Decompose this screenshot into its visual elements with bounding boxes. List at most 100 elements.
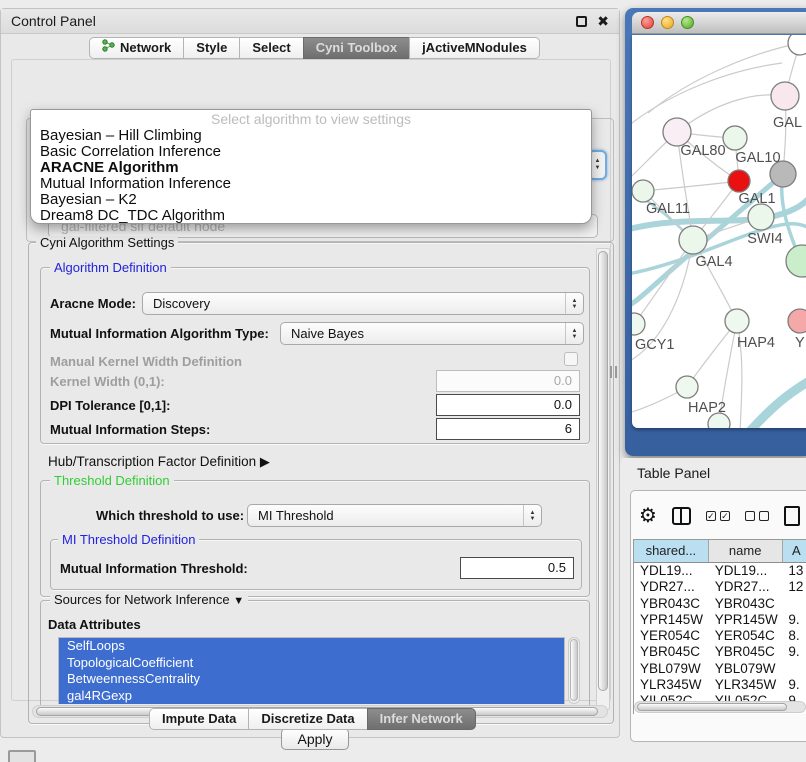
splitter-handle[interactable] [610,366,617,378]
table-row[interactable]: YPR145WYPR145W9. [634,612,806,628]
combo-stepper-icon: ▲▼ [565,323,583,344]
data-attributes-list[interactable]: SelfLoops TopologicalCoefficient Between… [58,637,565,704]
table-panel-titlebar: Table Panel [622,458,806,488]
algorithm-option-bayesian-hill-climbing[interactable]: Bayesian – Hill Climbing [31,128,591,144]
network-view-window: GAL80 GAL10 GAL1 GAL11 GAL4 SWI4 HAP4 HA… [625,8,806,456]
show-checked-columns-icon[interactable]: ✓✓ [706,511,730,521]
manual-kernel-width-checkbox[interactable] [564,352,578,366]
table-row[interactable]: YER054CYER054C8. [634,628,806,644]
algorithm-option-bayesian-k2[interactable]: Bayesian – K2 [31,192,591,208]
tab-infer-network[interactable]: Infer Network [367,708,476,730]
float-window-icon[interactable] [576,16,587,27]
tab-impute-data[interactable]: Impute Data [149,708,249,730]
mi-threshold-field[interactable]: 0.5 [460,557,574,579]
attribute-gal4rgexp[interactable]: gal4RGexp [59,688,564,705]
tab-style[interactable]: Style [183,37,240,59]
network-node-salmon[interactable] [788,309,806,333]
network-node-hap2[interactable] [676,376,698,398]
hub-definition-toggle[interactable]: Hub/Transcription Factor Definition ▶ [48,454,270,470]
bottom-tab-bar: Impute Data Discretize Data Infer Networ… [149,708,476,730]
network-node-partial-right[interactable] [786,245,806,277]
network-node-gal-cut[interactable] [771,82,799,110]
node-label-y-cut: Y [795,335,805,351]
mi-algorithm-type-combobox[interactable]: Naive Bayes ▲▼ [280,322,584,345]
table-row[interactable]: YDL19...YDL19...13 [634,563,806,579]
settings-vertical-scrollbar[interactable] [596,248,610,710]
stepper-down-icon: ▼ [595,165,601,172]
algorithm-option-aracne[interactable]: ARACNE Algorithm [31,160,591,176]
network-node-swi4[interactable] [748,204,774,230]
network-canvas[interactable]: GAL80 GAL10 GAL1 GAL11 GAL4 SWI4 HAP4 HA… [632,35,806,428]
scrollbar-thumb[interactable] [637,703,787,711]
apply-button[interactable]: Apply [281,728,349,750]
table-row[interactable]: YBL079WYBL079W [634,661,806,677]
aracne-mode-label: Aracne Mode: [50,296,136,311]
columns-icon[interactable] [672,507,691,525]
network-node-gal4[interactable] [679,226,707,254]
top-tab-bar: Network Style Select Cyni Toolbox jActiv… [89,37,540,59]
aracne-mode-combobox[interactable]: Discovery ▲▼ [142,292,584,315]
network-node-gal10[interactable] [723,126,747,150]
application-window: Control Panel ✖ Network Style Select Cyn… [0,0,806,762]
close-traffic-light-icon[interactable] [641,16,654,29]
tab-jactivemnodules[interactable]: jActiveMNodules [409,37,540,59]
network-window-titlebar[interactable] [632,12,806,34]
scrollbar-thumb[interactable] [570,639,578,701]
scrollbar-thumb[interactable] [598,251,608,691]
column-header-shared-name[interactable]: shared... [634,540,709,562]
attribute-list-scrollbar[interactable] [568,637,580,704]
tab-cyni-toolbox[interactable]: Cyni Toolbox [303,37,410,59]
aracne-mode-value: Discovery [153,296,210,311]
network-tab-icon [102,38,115,58]
network-node-hap4[interactable] [725,309,749,333]
close-icon[interactable]: ✖ [597,13,609,30]
node-label-gal4: GAL4 [695,254,732,270]
table-horizontal-scrollbar[interactable] [634,701,806,713]
kernel-width-field[interactable]: 0.0 [436,370,580,392]
dpi-tolerance-field[interactable]: 0.0 [436,394,580,416]
minimize-traffic-light-icon[interactable] [661,16,674,29]
minimized-panel-icon[interactable] [8,750,36,762]
algorithm-dropdown-list: Select algorithm to view settings Bayesi… [30,109,592,224]
attribute-selfloops[interactable]: SelfLoops [59,638,564,655]
network-node-partial-top[interactable] [788,35,806,55]
attribute-topologicalcoefficient[interactable]: TopologicalCoefficient [59,655,564,672]
hide-columns-icon[interactable] [745,511,769,521]
node-label-gal11: GAL11 [646,201,690,217]
sources-toggle[interactable]: Sources for Network Inference ▼ [50,593,248,608]
zoom-traffic-light-icon[interactable] [681,16,694,29]
network-edge [634,240,693,324]
control-panel-titlebar: Control Panel ✖ [1,9,619,34]
table-row[interactable]: YBR043CYBR043C [634,596,806,612]
algorithm-option-dream8[interactable]: Dream8 DC_TDC Algorithm [31,208,591,224]
table-row[interactable]: YDR27...YDR27...12 [634,579,806,595]
node-label-hap2: HAP2 [688,400,726,416]
cyni-algorithm-settings-label: Cyni Algorithm Settings [36,236,178,249]
network-node-gal11[interactable] [632,180,654,202]
algorithm-option-basic-correlation[interactable]: Basic Correlation Inference [31,144,591,160]
node-label-gal10: GAL10 [735,150,780,166]
expand-right-arrow-icon: ▶ [260,454,270,469]
which-threshold-combobox[interactable]: MI Threshold ▲▼ [247,504,542,527]
tab-discretize-data[interactable]: Discretize Data [248,708,367,730]
combo-stepper-icon: ▲▼ [523,505,541,526]
table-row[interactable]: YLR345WYLR345W9. [634,677,806,693]
algorithm-definition-label: Algorithm Definition [50,261,171,274]
algorithm-option-mutual-information[interactable]: Mutual Information Inference [31,176,591,192]
gear-icon[interactable]: ⚙ [639,505,657,527]
table-toolbar: ⚙ ✓✓ [639,503,800,529]
network-node-gal80[interactable] [663,118,691,146]
mi-algorithm-type-label: Mutual Information Algorithm Type: [50,326,269,341]
network-node-gal1-selected[interactable] [728,170,750,192]
attribute-betweennesscentrality[interactable]: BetweennessCentrality [59,671,564,688]
node-label-gcy1: GCY1 [635,337,675,353]
table-row[interactable]: YBR045CYBR045C9. [634,644,806,660]
network-node-gcy1[interactable] [632,313,645,335]
node-label-gal80: GAL80 [680,143,725,159]
tab-select[interactable]: Select [239,37,303,59]
tab-network[interactable]: Network [89,37,184,59]
new-table-icon[interactable] [784,506,800,526]
column-header-cut[interactable]: A [783,540,806,562]
column-header-name[interactable]: name [709,540,783,562]
mi-steps-field[interactable]: 6 [436,418,580,440]
